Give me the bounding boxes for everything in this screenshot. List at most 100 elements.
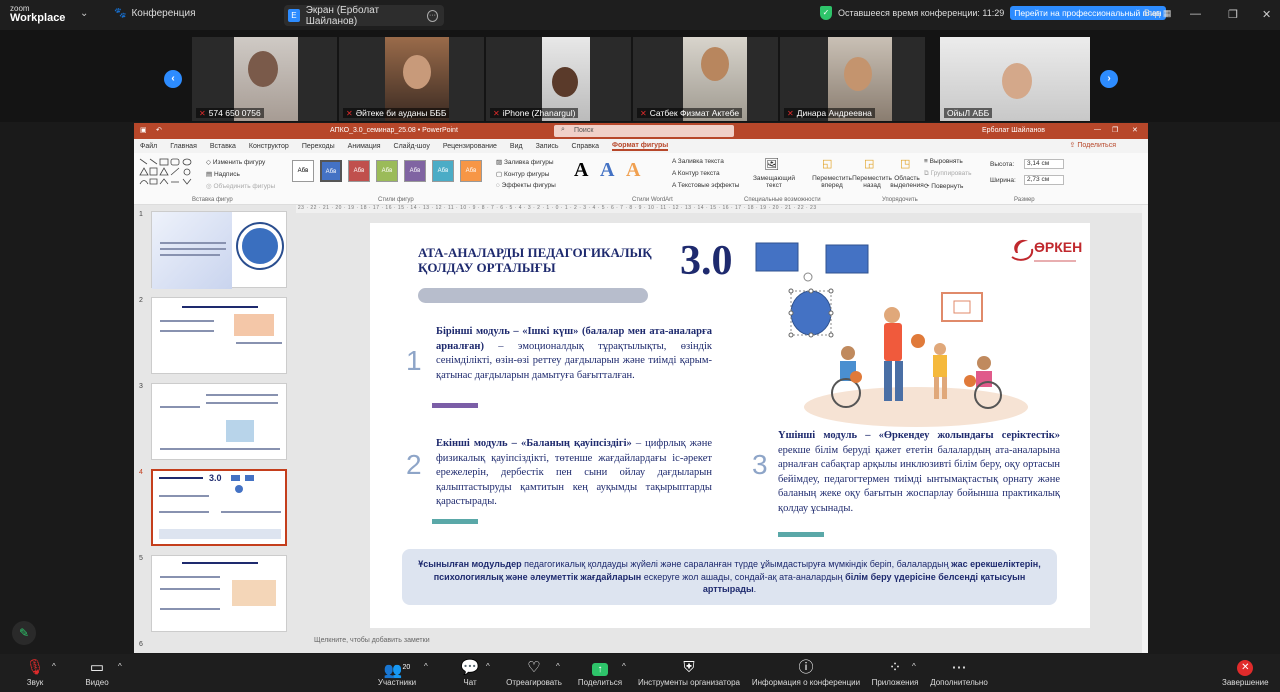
video-button[interactable]: ▭ Видео <box>80 658 114 687</box>
slide-title[interactable]: АТА-АНАЛАРДЫ ПЕДАГОГИКАЛЫҚ ҚОЛДАУ ОРТАЛЫ… <box>418 245 678 275</box>
screen-share-tab[interactable]: E Экран (Ерболат Шайланов) ··· <box>284 5 444 27</box>
react-options-icon[interactable]: ^ <box>556 662 560 671</box>
minimize-icon[interactable]: — <box>1190 8 1201 20</box>
upgrade-button[interactable]: Перейти на профессиональный план <box>1010 6 1166 20</box>
shapes-gallery[interactable] <box>138 157 196 187</box>
menu-shape-format[interactable]: Формат фигуры <box>612 142 669 151</box>
maximize-icon[interactable]: ❐ <box>1228 8 1238 21</box>
wordart-orange[interactable]: A <box>626 159 640 182</box>
selection-pane-button[interactable]: Область выделения <box>890 175 924 189</box>
shape-fill[interactable]: ▨ Заливка фигуры <box>496 158 554 166</box>
ppt-user[interactable]: Ерболат Шайланов <box>982 127 1045 134</box>
slide-summary[interactable]: Ұсынылған модульдер педагогикалық қолдау… <box>402 549 1057 605</box>
participant-tile[interactable]: ✕ Сатбек Физмат Актебе <box>633 37 778 121</box>
menu-help[interactable]: Справка <box>572 143 599 150</box>
slide-big-number[interactable]: 3.0 <box>680 237 733 285</box>
view-button[interactable]: Вид ▦ <box>1144 8 1171 19</box>
slide-thumb-5[interactable] <box>151 555 287 632</box>
video-options-icon[interactable]: ^ <box>118 662 122 671</box>
chat-options-icon[interactable]: ^ <box>486 662 490 671</box>
slide-thumb-2[interactable] <box>151 297 287 374</box>
notes-area[interactable]: Щелкните, чтобы добавить заметки <box>314 637 430 644</box>
host-tools-button[interactable]: ⛨ Инструменты организатора <box>636 658 742 687</box>
participant-tile[interactable]: ✕ Динара Андреевна <box>780 37 925 121</box>
gallery-next-icon[interactable]: › <box>1100 70 1118 88</box>
text-effects[interactable]: A Текстовые эффекты <box>672 182 739 189</box>
menu-file[interactable]: Файл <box>140 143 157 150</box>
current-slide[interactable]: АТА-АНАЛАРДЫ ПЕДАГОГИКАЛЫҚ ҚОЛДАУ ОРТАЛЫ… <box>370 223 1090 628</box>
shape-style-teal[interactable]: Абв <box>432 160 454 182</box>
rotate-button[interactable]: ⟳ Повернуть <box>924 182 963 190</box>
participant-tile[interactable]: ✕ 574 650 0756 <box>192 37 337 121</box>
participant-tile[interactable]: ✕ Әйтеке би ауданы БББ <box>339 37 484 121</box>
shape-style-orange[interactable]: Абв <box>460 160 482 182</box>
save-icon[interactable]: ▣ <box>140 126 147 134</box>
chat-button[interactable]: 💬 Чат <box>458 658 482 687</box>
menu-slideshow[interactable]: Слайд-шоу <box>394 143 430 150</box>
align-button[interactable]: ≡ Выровнять <box>924 158 963 165</box>
share-button[interactable]: ⇪ Поделиться <box>1070 141 1129 149</box>
wordart-black[interactable]: A <box>574 159 588 182</box>
close-icon[interactable]: ✕ <box>1262 8 1271 21</box>
ppt-search-box[interactable]: Поиск <box>554 125 734 137</box>
meeting-info-button[interactable]: ⓘ Информация о конференции <box>750 658 862 687</box>
participant-tile[interactable]: ОйыЛ АББ <box>940 37 1090 121</box>
shape-style-purple[interactable]: Абв <box>404 160 426 182</box>
shape-style-green[interactable]: Абв <box>376 160 398 182</box>
share-screen-button[interactable]: ↑ Поделиться <box>576 658 624 687</box>
menu-insert[interactable]: Вставка <box>210 143 236 150</box>
menu-review[interactable]: Рецензирование <box>443 143 497 150</box>
text-outline[interactable]: A Контур текста <box>672 170 720 177</box>
menu-animations[interactable]: Анимация <box>348 143 381 150</box>
react-button[interactable]: ♡ Отреагировать <box>504 658 564 687</box>
module-3-text[interactable]: Үшінші модуль – «Өркендеу жолындағы сері… <box>778 429 1060 516</box>
wordart-blue[interactable]: A <box>600 159 614 182</box>
gallery-prev-icon[interactable]: ‹ <box>164 70 182 88</box>
undo-icon[interactable]: ↶ <box>156 126 162 134</box>
more-button[interactable]: ⋯ Дополнительно <box>928 658 990 687</box>
share-options-icon[interactable]: ^ <box>622 662 626 671</box>
apps-options-icon[interactable]: ^ <box>912 662 916 671</box>
height-input[interactable]: 3,14 см <box>1024 159 1064 169</box>
width-input[interactable]: 2,73 см <box>1024 175 1064 185</box>
annotate-icon[interactable]: ✎ <box>12 621 36 645</box>
menu-design[interactable]: Конструктор <box>249 143 289 150</box>
zoom-toolbar: 🎙 Звук ^ ▭ Видео ^ 👥20 Участники ^ 💬 Чат ^ ♡… <box>0 654 1280 692</box>
menu-transitions[interactable]: Переходы <box>302 143 335 150</box>
text-box[interactable]: ▤ Надпись <box>206 170 240 178</box>
module-1-text[interactable]: Бірінші модуль – «Ішкі күш» (балалар мен… <box>436 325 712 383</box>
send-backward-button[interactable]: Переместить назад <box>852 175 892 189</box>
slide-thumb-1[interactable] <box>151 211 287 289</box>
chevron-down-icon[interactable]: ⌄ <box>80 8 88 19</box>
minimize-icon[interactable]: — <box>1094 126 1101 133</box>
shape-style-white[interactable]: Абв <box>292 160 314 182</box>
merge-shapes[interactable]: ◎ Объединить фигуры <box>206 182 275 190</box>
ppt-title-bar: ▣ ↶ АПКО_3.0_семинар_25.08 • PowerPoint … <box>134 123 1148 139</box>
close-icon[interactable]: ✕ <box>1132 126 1138 134</box>
end-meeting-button[interactable]: ✕ Завершение <box>1222 658 1269 687</box>
participants-button[interactable]: 👥20 Участники <box>374 658 420 687</box>
shape-outline[interactable]: ▢ Контур фигуры <box>496 170 549 178</box>
participants-options-icon[interactable]: ^ <box>424 662 428 671</box>
participant-name: ✕ iPhone (Zhanargul) <box>490 108 579 118</box>
menu-home[interactable]: Главная <box>170 143 197 150</box>
group-button[interactable]: ⧉ Группировать <box>924 170 972 178</box>
shape-effects[interactable]: ◌ Эффекты фигуры <box>496 182 556 189</box>
audio-options-icon[interactable]: ^ <box>52 662 56 671</box>
shape-style-red[interactable]: Абв <box>348 160 370 182</box>
shape-style-blue[interactable]: Абв <box>320 160 342 182</box>
audio-button[interactable]: 🎙 Звук <box>20 658 50 687</box>
slide-thumb-4[interactable]: 3.0 <box>151 469 287 546</box>
conference-menu[interactable]: 🐾 Конференция <box>114 8 196 19</box>
slide-thumb-3[interactable] <box>151 383 287 460</box>
module-2-text[interactable]: Екінші модуль – «Баланың қауіпсіздігі» –… <box>436 437 712 510</box>
alt-text-button[interactable]: Замещающий текст <box>752 175 796 189</box>
participant-tile[interactable]: ✕ iPhone (Zhanargul) <box>486 37 631 121</box>
maximize-icon[interactable]: ❐ <box>1112 126 1118 134</box>
change-shape[interactable]: ◇ Изменить фигуру <box>206 158 265 166</box>
menu-record[interactable]: Запись <box>536 143 559 150</box>
menu-view[interactable]: Вид <box>510 143 523 150</box>
text-fill[interactable]: A Заливка текста <box>672 158 724 165</box>
bring-forward-button[interactable]: Переместить вперед <box>812 175 852 189</box>
more-options-icon[interactable]: ··· <box>426 9 438 22</box>
